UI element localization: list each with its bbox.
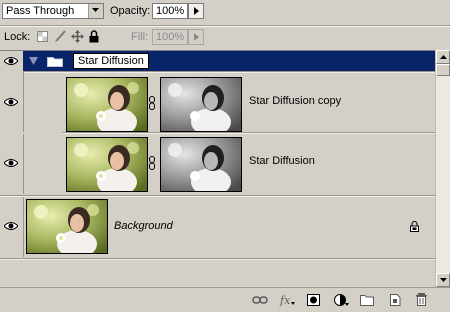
opacity-input[interactable]: 100% <box>152 3 188 19</box>
visibility-toggle[interactable] <box>0 197 24 257</box>
trash-icon[interactable] <box>414 292 430 306</box>
lock-move-icon[interactable] <box>71 30 84 43</box>
fill-input[interactable]: 100% <box>152 29 188 45</box>
opacity-slider-button[interactable] <box>188 3 204 19</box>
eye-icon <box>4 159 18 167</box>
layer-row[interactable]: Star Diffusion <box>23 134 435 194</box>
layer-thumbnail <box>66 137 148 192</box>
eye-icon <box>4 57 18 65</box>
layer-name[interactable]: Background <box>114 220 173 232</box>
row-divider <box>0 258 435 260</box>
group-name[interactable]: Star Diffusion <box>73 53 149 69</box>
layer-row[interactable]: Background <box>23 197 435 257</box>
fill-label: Fill: <box>131 31 149 43</box>
vertical-scrollbar[interactable] <box>435 50 450 287</box>
fill-value: 100% <box>156 31 185 43</box>
scroll-thumb[interactable] <box>436 64 450 76</box>
layer-row[interactable]: Star Diffusion copy <box>23 72 435 132</box>
folder-icon <box>47 57 63 67</box>
blend-mode-select[interactable]: Pass Through <box>2 3 104 19</box>
scroll-up-button[interactable] <box>436 50 450 64</box>
layers-footer-toolbar: fx <box>0 287 450 312</box>
visibility-toggle[interactable] <box>0 72 24 132</box>
fx-icon[interactable]: fx <box>279 293 295 307</box>
layer-mask-thumbnail <box>160 77 242 132</box>
lock-label: Lock: <box>4 31 31 43</box>
lock-transparency-icon[interactable] <box>37 31 48 42</box>
toolbar-divider <box>0 25 450 27</box>
layer-name[interactable]: Star Diffusion copy <box>249 95 341 107</box>
link-icon[interactable] <box>149 96 155 110</box>
layer-mask-thumbnail <box>160 137 242 192</box>
visibility-toggle[interactable] <box>0 134 24 194</box>
layer-group-row[interactable]: Star Diffusion <box>23 51 435 71</box>
eye-icon <box>4 222 18 230</box>
opacity-value: 100% <box>156 5 185 17</box>
new-layer-icon[interactable] <box>387 293 403 307</box>
link-icon[interactable] <box>149 156 155 170</box>
link-layers-icon[interactable] <box>252 293 268 307</box>
chevron-down-icon[interactable] <box>88 4 103 18</box>
lock-all-icon[interactable] <box>89 30 99 43</box>
layers-list: Star Diffusion Star Diffusion copy Star … <box>0 50 435 288</box>
lock-icon <box>410 221 419 232</box>
fill-slider-button[interactable] <box>188 29 204 45</box>
add-mask-icon[interactable] <box>306 293 322 307</box>
adjustment-layer-icon[interactable] <box>333 293 349 307</box>
scroll-down-button[interactable] <box>436 273 450 287</box>
opacity-label: Opacity: <box>110 5 151 17</box>
svg-text:fx: fx <box>279 294 291 307</box>
expand-triangle-icon[interactable] <box>29 57 38 65</box>
blend-mode-value: Pass Through <box>6 5 75 17</box>
layer-name[interactable]: Star Diffusion <box>249 155 315 167</box>
layer-thumbnail <box>26 199 108 254</box>
eye-icon <box>4 98 18 106</box>
lock-brush-icon[interactable] <box>54 30 66 43</box>
visibility-toggle[interactable] <box>0 51 24 71</box>
new-group-icon[interactable] <box>359 293 375 307</box>
layer-thumbnail <box>66 77 148 132</box>
